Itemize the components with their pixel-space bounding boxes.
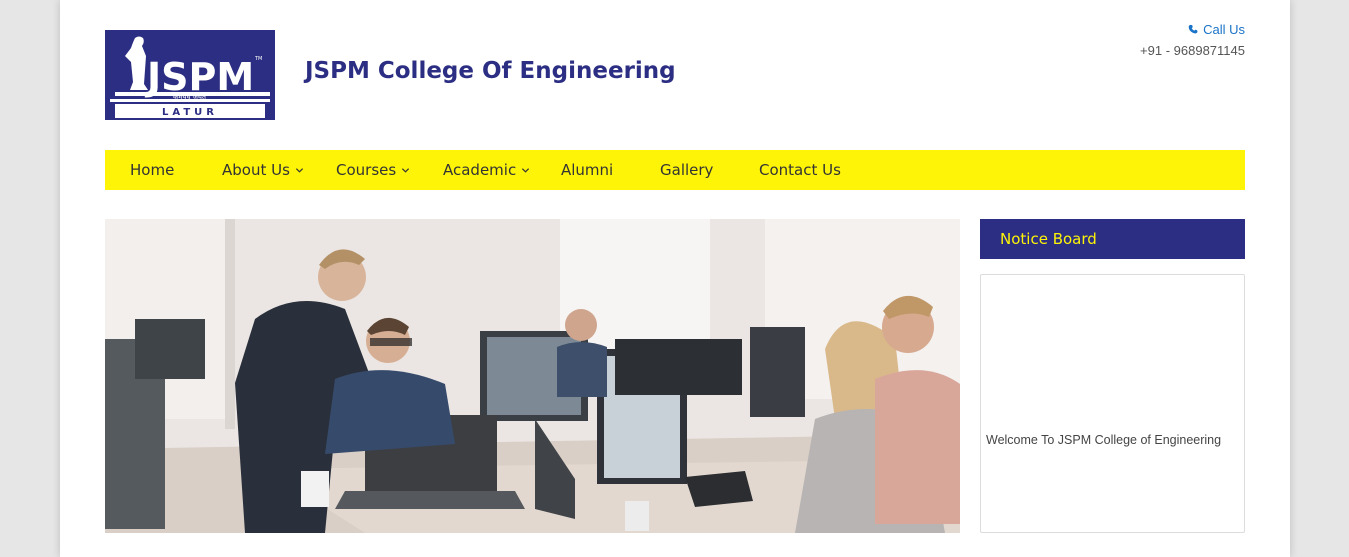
nav-item-alumni[interactable]: Alumni [561, 161, 660, 179]
notice-marquee-text[interactable]: Welcome To JSPM College of Engineering [986, 433, 1221, 447]
nav-item-label: Alumni [561, 161, 614, 179]
phone-number[interactable]: +91 - 9689871145 [1140, 43, 1245, 58]
college-logo[interactable]: JSPM TM कर्मयेव जयते LATUR [105, 30, 275, 120]
nav-item-home[interactable]: Home [130, 161, 222, 179]
chevron-down-icon [522, 167, 530, 173]
nav-item-about-us[interactable]: About Us [222, 161, 336, 179]
chevron-down-icon [295, 167, 303, 173]
nav-item-gallery[interactable]: Gallery [660, 161, 759, 179]
nav-item-courses[interactable]: Courses [336, 161, 443, 179]
call-us-link[interactable]: Call Us [1140, 22, 1245, 37]
nav-item-label: Home [130, 161, 175, 179]
logo-location: LATUR [162, 107, 218, 118]
nav-item-contact-us[interactable]: Contact Us [759, 161, 841, 179]
page-container: JSPM TM कर्मयेव जयते LATUR JSPM College … [60, 0, 1290, 557]
phone-icon [1188, 24, 1198, 34]
notice-board-title: Notice Board [1000, 230, 1097, 248]
nav-item-academic[interactable]: Academic [443, 161, 561, 179]
notice-board-header: Notice Board [980, 219, 1245, 259]
logo-graphic: JSPM TM कर्मयेव जयते LATUR [110, 36, 270, 118]
notice-board-panel: Welcome To JSPM College of Engineering [980, 274, 1245, 533]
call-us-label: Call Us [1203, 22, 1245, 37]
hero-photo [105, 219, 960, 533]
nav-item-label: Courses [336, 161, 397, 179]
hero-image [105, 219, 960, 533]
nav-item-label: Gallery [660, 161, 714, 179]
nav-item-label: Contact Us [759, 161, 841, 179]
logo-tagline: कर्मयेव जयते [173, 92, 207, 101]
chevron-down-icon [402, 167, 410, 173]
site-title[interactable]: JSPM College Of Engineering [305, 58, 676, 84]
logo-tm: TM [254, 56, 262, 62]
nav-item-label: About Us [222, 161, 290, 179]
nav-item-label: Academic [443, 161, 517, 179]
main-navigation: Home About Us Courses Academic Alumni Ga… [105, 150, 1245, 190]
contact-block: Call Us +91 - 9689871145 [1140, 22, 1245, 58]
